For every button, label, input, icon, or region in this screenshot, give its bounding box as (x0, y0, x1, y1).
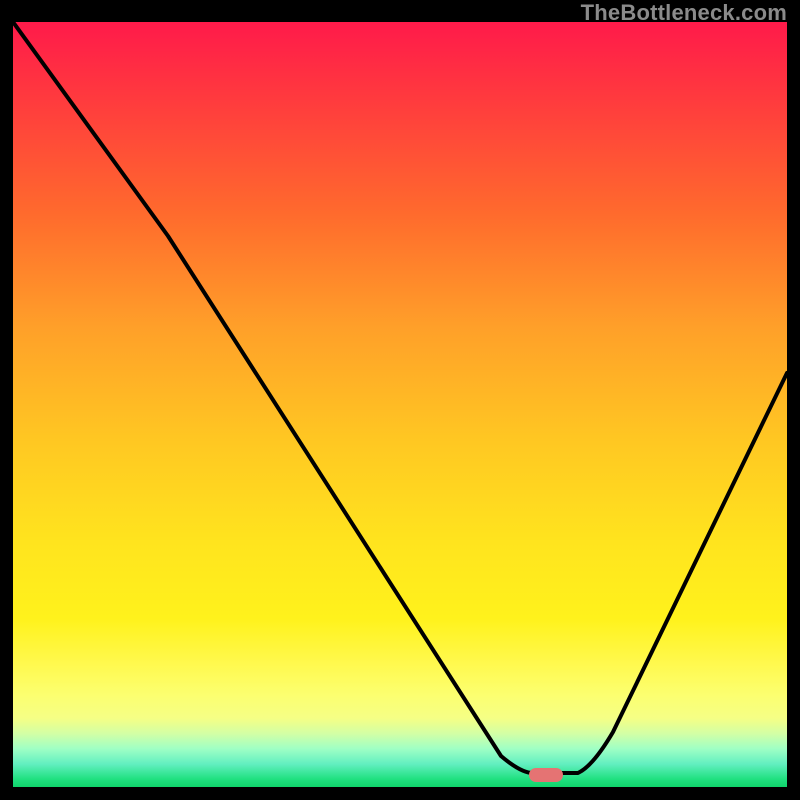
bottleneck-curve (13, 22, 787, 787)
plot-area (13, 22, 787, 787)
chart-frame: TheBottleneck.com (0, 0, 800, 800)
optimal-marker (529, 768, 563, 782)
curve-path (13, 22, 787, 773)
